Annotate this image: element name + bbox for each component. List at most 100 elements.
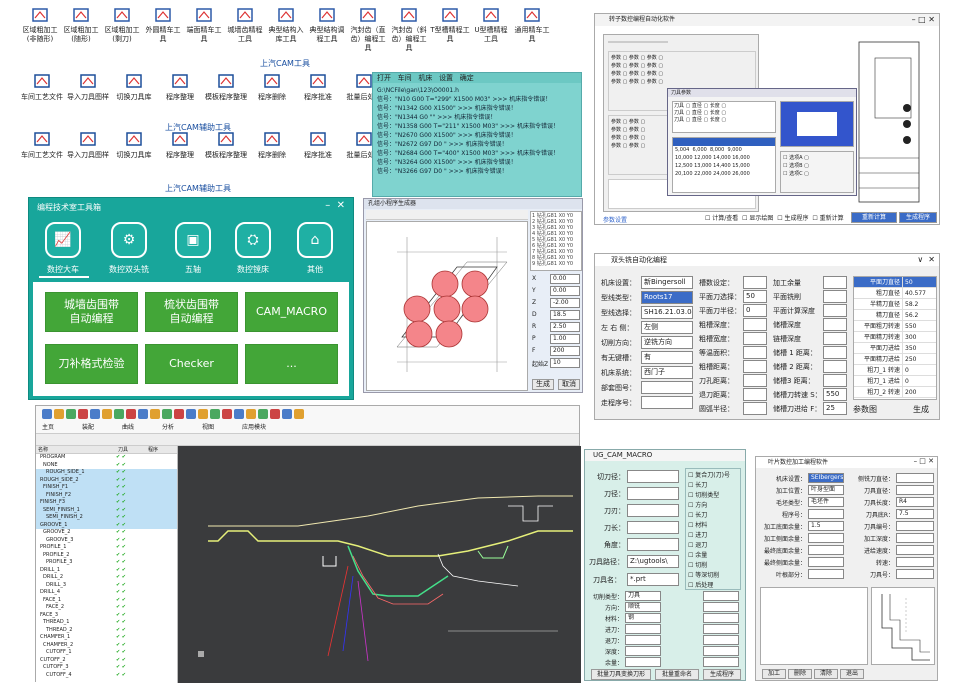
tree-row[interactable]: PROGRAM ✔ ✔ (36, 454, 177, 462)
tree-row[interactable]: CHAMFER_1 ✔ ✔ (36, 634, 177, 642)
ug-combo-right[interactable] (703, 591, 739, 601)
cam-aux-button[interactable]: 导入刀具图样 (66, 130, 110, 160)
tree-row[interactable]: SEMI_FINISH_2 ✔ ✔ (36, 514, 177, 522)
generate-button[interactable]: 生成 (913, 404, 929, 415)
window-controls[interactable]: – □ ✕ (912, 15, 935, 24)
blade-right-input[interactable] (896, 485, 934, 495)
blade-right-input[interactable]: R4 (896, 497, 934, 507)
ug-checkbox[interactable]: ☐ 余量 (688, 551, 738, 561)
ug-combo-right[interactable] (703, 657, 739, 667)
dh-combo[interactable]: SH16.21.03.04 (641, 306, 693, 319)
ribbon-tab[interactable]: 视图 (202, 422, 214, 431)
ug-combo-right[interactable] (703, 624, 739, 634)
hole-field-input[interactable]: 1.00 (550, 334, 580, 344)
ribbon-icon[interactable] (258, 409, 268, 419)
ug-checkbox[interactable]: ☐ 方向 (688, 501, 738, 511)
dh-right-input[interactable] (823, 374, 847, 387)
cam-aux-button[interactable]: 切换刀具库 (112, 130, 156, 160)
menu-ok[interactable]: 确定 (460, 74, 474, 82)
ribbon-icon[interactable] (246, 409, 256, 419)
toolbox-tab[interactable]: 五轴 (161, 264, 225, 275)
blade-right-input[interactable]: 7.5 (896, 509, 934, 519)
ribbon-tab[interactable]: 装配 (82, 422, 94, 431)
ribbon-tab[interactable]: 曲线 (122, 422, 134, 431)
cam-aux-button[interactable]: 程序整理 (158, 72, 202, 102)
ug-combo[interactable]: 钢 (625, 613, 661, 623)
ug-input[interactable] (627, 538, 679, 551)
cam-tool-button[interactable]: U型槽精程工具 (471, 6, 511, 44)
tree-row[interactable]: CUTOFF_2 ✔ ✔ (36, 657, 177, 665)
ug-combo[interactable]: 顺铣 (625, 602, 661, 612)
ug-checkbox[interactable]: ☐ 退刀 (688, 541, 738, 551)
dh-right-input[interactable]: 550 (823, 388, 847, 401)
dh-right-input[interactable] (823, 304, 847, 317)
blade-button[interactable]: 退出 (840, 669, 864, 679)
ribbon-icon[interactable] (282, 409, 292, 419)
dh-mid-input[interactable] (743, 332, 767, 345)
dh-combo[interactable]: 逆铣方向 (641, 336, 693, 349)
generate-button[interactable]: 生成 (532, 379, 554, 390)
tree-row[interactable]: FACE_2 ✔ ✔ (36, 604, 177, 612)
ug-combo[interactable] (625, 646, 661, 656)
batch-rename-button[interactable]: 批量重命名 (655, 669, 699, 680)
cam-tool-button[interactable]: 外圆精车工具 (143, 6, 183, 44)
dh-mid-input[interactable] (743, 346, 767, 359)
rotor-options[interactable]: ☐ 计算/查看 ☐ 显示绘图 ☐ 生成程序 ☐ 重新计算 (705, 213, 844, 222)
cam-aux-button[interactable]: 程序整理 (158, 130, 202, 160)
hole-tabs[interactable] (366, 210, 528, 220)
toolbox-action-button[interactable]: Checker (145, 344, 238, 384)
ribbon-icon[interactable] (270, 409, 280, 419)
ug-checkbox[interactable]: ☐ 后处理 (688, 581, 738, 591)
hole-field-input[interactable]: 18.5 (550, 310, 580, 320)
dh-mid-input[interactable]: 0 (743, 304, 767, 317)
cam-aux-button[interactable]: 切换刀具库 (112, 72, 156, 102)
window-controls[interactable]: ∨ ✕ (917, 255, 935, 264)
dh-right-input[interactable] (823, 346, 847, 359)
tree-row[interactable]: GROOVE_2 ✔ ✔ (36, 529, 177, 537)
cam-tool-button[interactable]: 汽封齿（直齿）编程工具 (348, 6, 388, 53)
toolbox-action-button[interactable]: ... (245, 344, 338, 384)
hole-list[interactable]: 1 钻孔G81 X0 Y0 2 钻孔G81 X0 Y0 3 钻孔G81 X0 Y0 4… (530, 211, 582, 271)
menu-settings[interactable]: 设置 (439, 74, 453, 82)
ug-checkbox[interactable]: ☐ 材料 (688, 521, 738, 531)
blade-input[interactable]: 毛坯件 (808, 497, 844, 507)
dh-mid-input[interactable] (743, 318, 767, 331)
blade-input[interactable] (808, 545, 844, 555)
blade-right-input[interactable] (896, 545, 934, 555)
ribbon-icon[interactable] (66, 409, 76, 419)
ribbon-icon[interactable] (42, 409, 52, 419)
blade-input[interactable] (808, 533, 844, 543)
dh-right-input[interactable] (823, 360, 847, 373)
cam-tool-button[interactable]: T型槽精程工具 (430, 6, 470, 44)
toolbox-tab[interactable]: 数控大车 (31, 264, 95, 275)
blade-input[interactable] (808, 557, 844, 567)
ug-combo-right[interactable] (703, 635, 739, 645)
blade-list[interactable] (760, 587, 868, 665)
tree-row[interactable]: GROOVE_1 ✔ ✔ (36, 521, 177, 529)
hole-field-input[interactable]: 200 (550, 346, 580, 356)
ug-checklist[interactable]: ☐ 复合刀(刀)号 ☐ 长刀 ☐ 切削类型 ☐ 方向 ☐ 长刀 ☐ 材料 ☐ 进刀 ☐ 退刀 ☐… (685, 468, 741, 590)
cancel-button[interactable]: 取消 (558, 379, 580, 390)
param-row[interactable]: 平面刀直径 50 (854, 277, 936, 288)
dh-mid-input[interactable] (743, 388, 767, 401)
ribbon-icon[interactable] (294, 409, 304, 419)
menu-workshop[interactable]: 车间 (398, 74, 412, 82)
ribbon-icon[interactable] (114, 409, 124, 419)
tree-row[interactable]: CHAMFER_2 ✔ ✔ (36, 642, 177, 650)
toolbox-tab[interactable]: 数控镗床 (221, 264, 285, 275)
ribbon-tab[interactable]: 应用模块 (242, 422, 266, 431)
ribbon-icon[interactable] (78, 409, 88, 419)
ribbon-icon[interactable] (90, 409, 100, 419)
cam-aux-button[interactable]: 程序删除 (250, 130, 294, 160)
param-diagram-button[interactable]: 参数图 (853, 404, 877, 415)
generate-program-button[interactable]: 生成程序 (703, 669, 741, 680)
cam-aux-button[interactable]: 程序删除 (250, 72, 294, 102)
toolbox-tab[interactable]: 其他 (283, 264, 347, 275)
blade-input[interactable] (808, 509, 844, 519)
ug-input[interactable] (627, 504, 679, 517)
ug-checkbox[interactable]: ☐ 长刀 (688, 511, 738, 521)
toolbox-action-button[interactable]: 梳状齿围带 自动编程 (145, 292, 238, 332)
dh-right-input[interactable] (823, 276, 847, 289)
hole-field-input[interactable]: 2.50 (550, 322, 580, 332)
dh-right-input[interactable]: 25 (823, 402, 847, 415)
